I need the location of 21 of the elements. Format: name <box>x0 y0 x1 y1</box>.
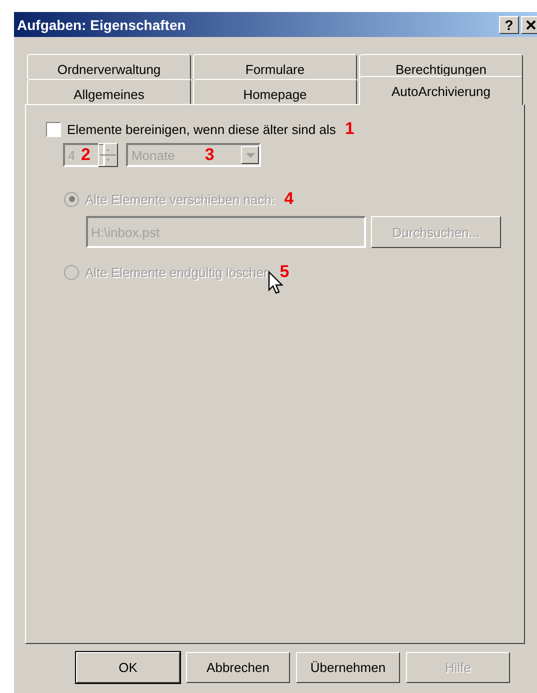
help-button[interactable]: ? <box>499 16 519 34</box>
dropdown-arrow-icon <box>246 152 255 158</box>
tab[interactable]: Ordnerverwaltung <box>27 54 191 79</box>
annotation-number: 4 <box>284 189 294 209</box>
checkbox[interactable] <box>46 122 61 136</box>
window-title: Aufgaben: Eigenschaften <box>17 16 187 32</box>
dialog-button[interactable]: OK <box>76 652 180 683</box>
tab[interactable]: Allgemeines <box>27 79 191 104</box>
spin-buttons[interactable] <box>98 143 118 167</box>
annotation-number: 1 <box>344 119 354 139</box>
close-icon <box>526 20 536 30</box>
annotation-number: 3 <box>204 145 216 165</box>
tab[interactable]: Homepage <box>193 79 357 104</box>
checkbox-label: Elemente bereinigen, wenn diese älter sind als <box>67 122 336 136</box>
tab[interactable]: Formulare <box>193 54 357 79</box>
dialog-button[interactable]: Übernehmen <box>296 652 400 683</box>
annotation-number: 5 <box>280 262 290 282</box>
dialog-button[interactable]: Abbrechen <box>186 652 290 683</box>
tab[interactable]: AutoArchivierung <box>359 76 523 105</box>
close-button[interactable] <box>521 16 537 34</box>
annotation-number: 2 <box>81 145 90 165</box>
